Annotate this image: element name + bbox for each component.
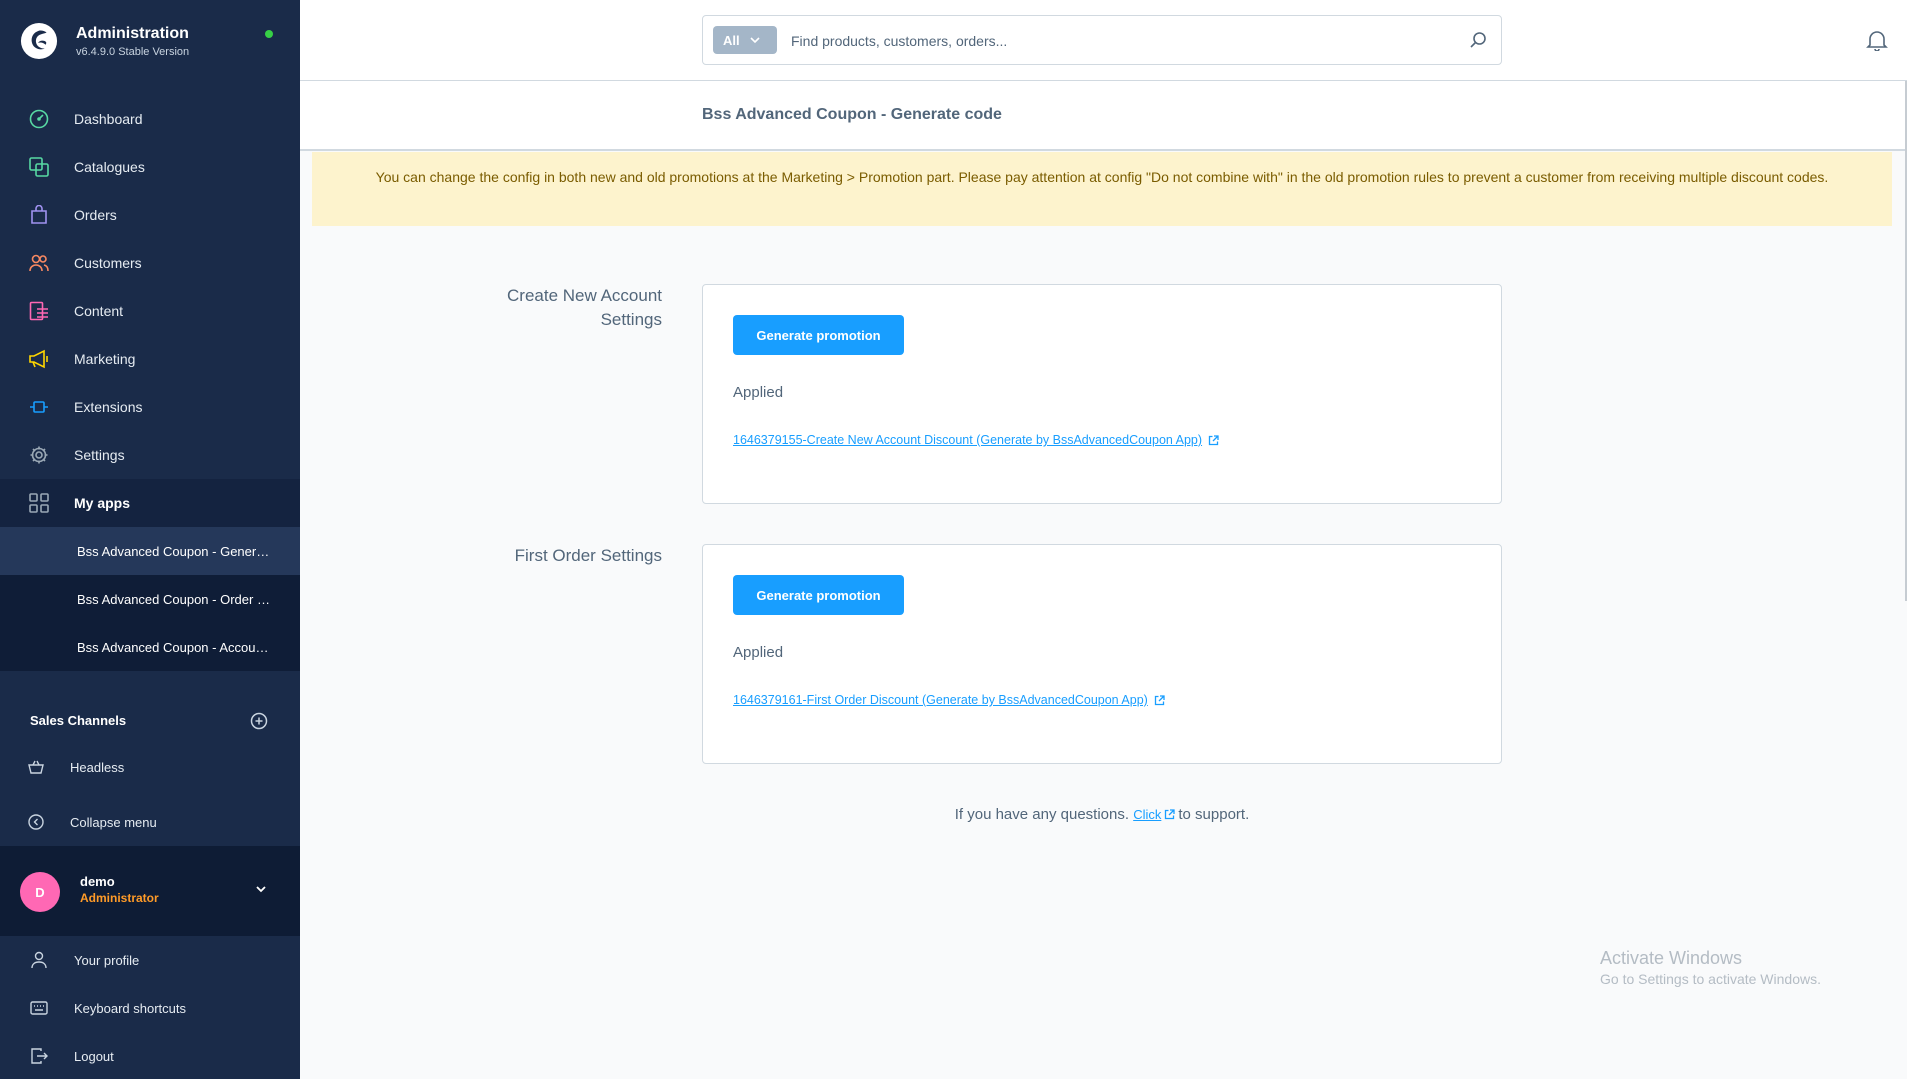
your-profile-link[interactable]: Your profile xyxy=(0,936,300,984)
search-type-dropdown[interactable]: All xyxy=(713,26,777,54)
watermark-subtitle: Go to Settings to activate Windows. xyxy=(1600,971,1821,987)
nav-item-my-apps[interactable]: My apps xyxy=(0,479,300,527)
support-suffix: to support. xyxy=(1178,806,1250,823)
user-name: demo xyxy=(80,874,115,889)
nav-label: Orders xyxy=(74,207,117,223)
nav-label: Extensions xyxy=(74,399,143,415)
user-role: Administrator xyxy=(80,891,159,905)
catalogues-icon xyxy=(28,156,50,178)
sales-channels-title: Sales Channels xyxy=(30,713,127,728)
user-menu[interactable]: D demo Administrator xyxy=(0,846,300,936)
footer-nav: Your profile Keyboard shortcuts Logout xyxy=(0,936,300,1079)
shopware-logo-icon[interactable] xyxy=(20,22,58,60)
settings-icon xyxy=(28,444,50,466)
nav-item-orders[interactable]: Orders xyxy=(0,191,300,239)
sales-channel-headless[interactable]: Headless xyxy=(28,756,124,778)
nav-label: Dashboard xyxy=(74,111,143,127)
app-title: Administration xyxy=(76,25,189,42)
search-type-label: All xyxy=(723,32,740,48)
external-link-icon xyxy=(1154,694,1165,705)
nav-label: Marketing xyxy=(74,351,136,367)
footer-label: Your profile xyxy=(74,952,140,968)
collapse-menu-button[interactable]: Collapse menu xyxy=(28,811,157,833)
footer-label: Logout xyxy=(74,1048,114,1064)
section-label-create-account: Create New Account Settings xyxy=(480,284,662,332)
section-label-text: First Order Settings xyxy=(514,546,662,565)
main-nav: Dashboard Catalogues Orders Customers Co… xyxy=(0,95,300,671)
nav-item-extensions[interactable]: Extensions xyxy=(0,383,300,431)
section-label-first-order: First Order Settings xyxy=(480,544,662,568)
search-icon[interactable] xyxy=(1469,31,1487,49)
warning-notice: You can change the config in both new an… xyxy=(312,152,1892,226)
dashboard-icon xyxy=(28,108,50,130)
nav-label: My apps xyxy=(74,495,131,511)
sub-item-label: Bss Advanced Coupon - Account Discount xyxy=(77,639,270,655)
my-apps-item-order-discount[interactable]: Bss Advanced Coupon - Order Discount xyxy=(0,575,300,623)
section-label-text: Create New Account Settings xyxy=(507,286,662,329)
orders-icon xyxy=(28,204,50,226)
extensions-icon xyxy=(28,396,50,418)
user-icon xyxy=(28,951,50,969)
customers-icon xyxy=(28,252,50,274)
chevron-down-icon[interactable] xyxy=(254,882,268,896)
create-account-card: Generate promotion Applied 1646379155-Cr… xyxy=(702,284,1502,504)
sidebar: Administration v6.4.9.0 Stable Version D… xyxy=(0,0,300,1079)
global-search: All xyxy=(702,15,1502,65)
page-title: Bss Advanced Coupon - Generate code xyxy=(702,106,1002,123)
logout-icon xyxy=(28,1047,50,1065)
basket-icon xyxy=(28,760,46,774)
windows-activation-watermark: Activate Windows Go to Settings to activ… xyxy=(1600,948,1821,987)
logout-link[interactable]: Logout xyxy=(0,1032,300,1079)
promotion-link-text: 1646379161-First Order Discount (Generat… xyxy=(733,693,1148,707)
top-bar: All xyxy=(300,0,1907,81)
nav-item-content[interactable]: Content xyxy=(0,287,300,335)
watermark-title: Activate Windows xyxy=(1600,948,1743,968)
content-icon xyxy=(28,300,50,322)
support-link[interactable]: Click xyxy=(1133,807,1161,822)
generate-promotion-button[interactable]: Generate promotion xyxy=(733,315,904,355)
nav-item-catalogues[interactable]: Catalogues xyxy=(0,143,300,191)
nav-item-marketing[interactable]: Marketing xyxy=(0,335,300,383)
promotion-link[interactable]: 1646379161-First Order Discount (Generat… xyxy=(733,693,1165,707)
nav-label: Content xyxy=(74,303,124,319)
nav-item-customers[interactable]: Customers xyxy=(0,239,300,287)
external-link-icon xyxy=(1208,434,1219,445)
nav-label: Customers xyxy=(74,255,142,271)
my-apps-icon xyxy=(28,492,50,514)
collapse-icon xyxy=(28,814,46,830)
my-apps-item-account-discount[interactable]: Bss Advanced Coupon - Account Discount xyxy=(0,623,300,671)
nav-label: Catalogues xyxy=(74,159,145,175)
marketing-icon xyxy=(28,348,50,370)
promotion-link-text: 1646379155-Create New Account Discount (… xyxy=(733,433,1203,447)
notifications-bell-icon[interactable] xyxy=(1866,29,1888,51)
applied-status: Applied xyxy=(733,644,784,661)
my-apps-item-generate-code[interactable]: Bss Advanced Coupon - Generate code xyxy=(0,527,300,575)
support-line: If you have any questions. Click to suppo… xyxy=(700,806,1504,823)
nav-item-dashboard[interactable]: Dashboard xyxy=(0,95,300,143)
add-sales-channel-icon[interactable] xyxy=(250,712,268,730)
sub-item-label: Bss Advanced Coupon - Order Discount xyxy=(77,591,270,607)
generate-promotion-button[interactable]: Generate promotion xyxy=(733,575,904,615)
first-order-card: Generate promotion Applied 1646379161-Fi… xyxy=(702,544,1502,764)
support-prefix: If you have any questions. xyxy=(954,806,1130,823)
sub-item-label: Bss Advanced Coupon - Generate code xyxy=(77,543,270,559)
search-input[interactable] xyxy=(791,28,1441,54)
app-version: v6.4.9.0 Stable Version xyxy=(76,46,190,58)
external-link-icon xyxy=(1165,809,1176,820)
chevron-down-icon xyxy=(750,37,760,44)
status-indicator xyxy=(265,30,273,38)
collapse-label: Collapse menu xyxy=(70,814,157,830)
sidebar-header: Administration v6.4.9.0 Stable Version xyxy=(0,0,300,88)
footer-label: Keyboard shortcuts xyxy=(74,1000,187,1016)
page-header: Bss Advanced Coupon - Generate code xyxy=(300,81,1907,151)
keyboard-shortcuts-link[interactable]: Keyboard shortcuts xyxy=(0,984,300,1032)
avatar: D xyxy=(20,872,60,912)
promotion-link[interactable]: 1646379155-Create New Account Discount (… xyxy=(733,433,1219,447)
nav-label: Settings xyxy=(74,447,125,463)
keyboard-icon xyxy=(28,1001,50,1015)
applied-status: Applied xyxy=(733,384,784,401)
nav-item-settings[interactable]: Settings xyxy=(0,431,300,479)
sales-channel-label: Headless xyxy=(70,759,125,775)
